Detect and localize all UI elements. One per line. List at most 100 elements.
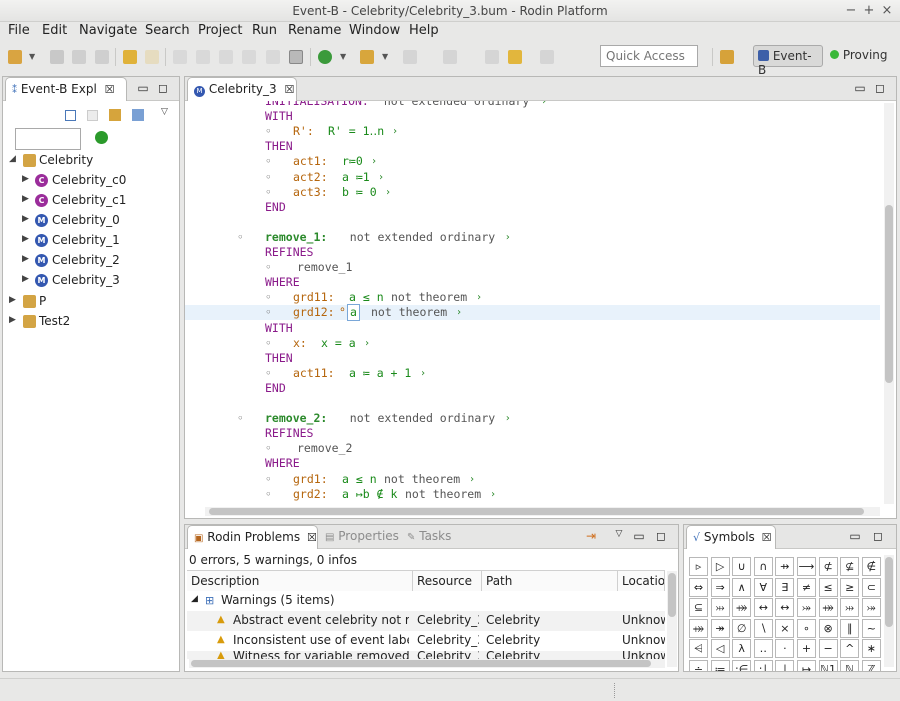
symbol-button[interactable]: ‥ [753, 639, 773, 658]
symbol-button[interactable]: ⤖ [861, 598, 881, 617]
scrollbar-thumb[interactable] [885, 557, 893, 627]
editor-line[interactable]: ◦ act11: a ≔ a + 1 › [185, 366, 880, 381]
filter-apply-icon[interactable] [95, 131, 108, 144]
toggle-icon[interactable] [289, 50, 303, 64]
tab-properties[interactable]: ▤ Properties [325, 529, 399, 543]
symbol-button[interactable]: ⊂ [861, 577, 881, 597]
expand-arrow-icon[interactable]: › [490, 487, 496, 502]
expression[interactable]: r≔0 [342, 154, 363, 169]
run-icon[interactable] [318, 50, 332, 64]
symbol-button[interactable]: ≥ [840, 577, 860, 597]
symbol-button[interactable]: ∅ [732, 618, 752, 638]
open-perspective-icon[interactable] [720, 50, 734, 64]
symbol-button[interactable]: + [797, 639, 816, 658]
editor-line[interactable]: ◦ remove_1 [185, 260, 880, 275]
expression[interactable]: a ≔1 [342, 170, 370, 185]
expand-arrow-icon[interactable]: › [476, 290, 482, 305]
symbol-button[interactable]: ℕ [840, 659, 860, 671]
maximize-view-icon[interactable]: ◻ [157, 81, 169, 95]
symbol-button[interactable]: ⤔ [710, 598, 730, 617]
tree-item-celebrity-c0[interactable]: ▶ C Celebrity_c0 [7, 171, 177, 191]
configure-icon[interactable]: ⇥ [585, 529, 597, 543]
horizontal-scrollbar[interactable] [205, 507, 880, 516]
expression[interactable]: b ≔ 0 [342, 185, 377, 200]
problem-row[interactable]: ▲ Abstract event celebrity not refined C… [187, 611, 665, 631]
quick-access-input[interactable] [600, 45, 698, 67]
tab-rodin-problems[interactable]: ▣ Rodin Problems ☒ [187, 525, 318, 549]
bullet-icon[interactable]: ◦ [265, 366, 272, 381]
element-label[interactable]: act1: [293, 154, 328, 169]
minimize-icon[interactable]: − [844, 3, 858, 18]
expand-arrow-icon[interactable]: › [505, 411, 511, 426]
column-resource[interactable]: Resource [413, 571, 482, 591]
add-invariant-icon[interactable] [196, 50, 210, 64]
collapsed-icon[interactable]: ▶ [22, 254, 29, 264]
bullet-icon[interactable]: ◦ [237, 230, 244, 245]
symbol-button[interactable]: − [818, 639, 838, 658]
symbol-button[interactable]: ⇔ [689, 577, 708, 597]
expression[interactable]: a ↦b ∉ k [342, 487, 397, 502]
symbol-button[interactable]: ↔ [775, 598, 795, 617]
tree-item-celebrity[interactable]: ◢ Celebrity [7, 151, 177, 171]
menu-navigate[interactable]: Navigate [79, 23, 137, 38]
editor-line[interactable]: WHERE [185, 275, 880, 290]
warnings-group[interactable]: ◢ ⊞ Warnings (5 items) [187, 591, 665, 611]
editor-line[interactable]: ◦ remove_1: not extended ordinary › [185, 230, 880, 245]
symbol-button[interactable]: ∪ [732, 557, 752, 576]
column-path[interactable]: Path [482, 571, 618, 591]
minimize-view-icon[interactable]: ▭ [137, 81, 149, 95]
symbol-button[interactable]: ▹ [689, 557, 708, 576]
collapsed-icon[interactable]: ▶ [22, 274, 29, 284]
tree-item-test2[interactable]: ▶ Test2 [7, 312, 177, 332]
bullet-icon[interactable]: ◦ [265, 487, 272, 502]
symbol-button[interactable]: ⇸ [775, 557, 795, 576]
bullet-icon[interactable]: ◦ [265, 124, 272, 139]
link-editor-icon[interactable] [87, 110, 98, 121]
symbol-button[interactable]: ⊆ [689, 598, 708, 617]
close-tab-icon[interactable]: ☒ [105, 83, 115, 96]
editor-line[interactable]: THEN [185, 351, 880, 366]
back-arrow-icon[interactable] [508, 50, 522, 64]
symbol-button[interactable]: ∣ [775, 659, 795, 671]
perspective-event-b[interactable]: Event-B [753, 45, 823, 77]
minimize-view-icon[interactable]: ▭ [633, 529, 645, 543]
minimize-view-icon[interactable]: ▭ [854, 81, 866, 95]
back-icon[interactable] [485, 50, 499, 64]
symbol-button[interactable]: ^ [840, 639, 860, 658]
vertical-scrollbar[interactable] [667, 571, 677, 667]
symbol-button[interactable]: ⤔ [840, 598, 860, 617]
bullet-icon[interactable]: ◦ [265, 305, 272, 320]
scrollbar-thumb[interactable] [885, 205, 893, 383]
collapsed-icon[interactable]: ▶ [22, 174, 29, 184]
editor-line[interactable]: REFINES [185, 426, 880, 441]
new-project-icon[interactable] [132, 109, 144, 121]
column-description[interactable]: Description [187, 571, 413, 591]
editor-line[interactable]: END [185, 200, 880, 215]
symbol-button[interactable]: ∃ [775, 577, 795, 597]
vertical-scrollbar[interactable] [884, 103, 894, 504]
symbol-button[interactable]: ∘ [797, 618, 816, 638]
expand-arrow-icon[interactable]: › [371, 154, 377, 169]
symbol-button[interactable]: ÷ [689, 659, 708, 671]
bullet-icon[interactable]: ◦ [237, 411, 244, 426]
symbol-button[interactable]: ~ [861, 618, 881, 638]
collapsed-icon[interactable]: ▶ [22, 214, 29, 224]
bullet-icon[interactable]: ◦ [265, 154, 272, 169]
menu-run[interactable]: Run [252, 23, 277, 38]
symbol-button[interactable]: ℤ [861, 659, 881, 671]
save-icon[interactable] [50, 50, 64, 64]
redo-icon[interactable] [145, 50, 159, 64]
symbol-button[interactable]: ≔ [710, 659, 730, 671]
collapsed-icon[interactable]: ▶ [22, 234, 29, 244]
symbol-button[interactable]: ↦ [797, 659, 816, 671]
symbol-button[interactable]: ⇒ [710, 577, 730, 597]
expanded-icon[interactable]: ◢ [191, 594, 198, 604]
save-all-icon[interactable] [72, 50, 86, 64]
expression[interactable]: a ≤ n [342, 472, 377, 487]
symbol-button[interactable]: ∧ [732, 577, 752, 597]
expression[interactable]: x = a [321, 336, 356, 351]
maximize-view-icon[interactable]: ◻ [872, 529, 884, 543]
refined-event[interactable]: remove_1 [297, 260, 352, 275]
collapse-all-icon[interactable] [65, 110, 76, 121]
editor-line[interactable]: ◦ act3: b ≔ 0 › [185, 185, 880, 200]
